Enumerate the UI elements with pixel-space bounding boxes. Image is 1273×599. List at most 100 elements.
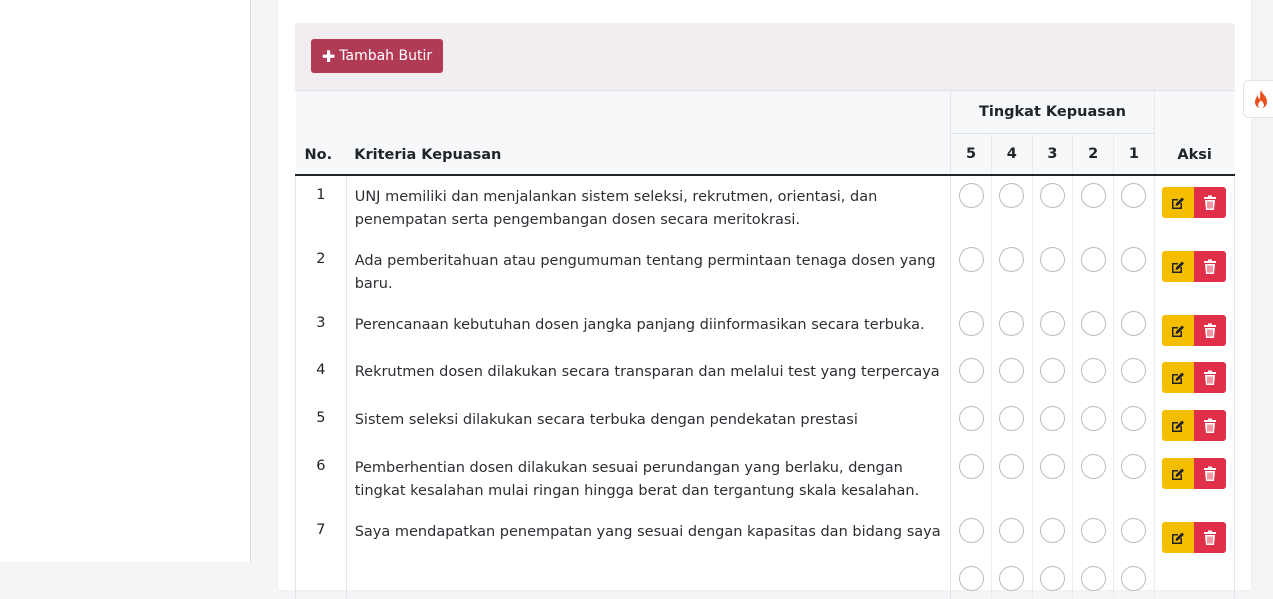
edit-button[interactable] bbox=[1162, 362, 1195, 393]
rating-radio-1[interactable] bbox=[1121, 454, 1147, 479]
rating-radio-4[interactable] bbox=[999, 183, 1025, 208]
rating-radio-1[interactable] bbox=[1121, 183, 1147, 208]
rating-radio-5[interactable] bbox=[958, 406, 984, 431]
edit-icon bbox=[1170, 418, 1186, 434]
criteria-text: Rekrutmen dosen dilakukan secara transpa… bbox=[346, 351, 952, 399]
rating-radio-4[interactable] bbox=[999, 566, 1025, 591]
rating-cell bbox=[1113, 447, 1155, 511]
delete-button[interactable] bbox=[1194, 522, 1227, 553]
rating-radio-5[interactable] bbox=[958, 454, 984, 479]
rating-radio-4[interactable] bbox=[999, 247, 1025, 272]
rating-radio-4[interactable] bbox=[999, 311, 1025, 336]
header-level-1: 1 bbox=[1113, 133, 1155, 176]
add-item-button[interactable]: ✚ Tambah Butir bbox=[311, 39, 443, 73]
rating-radio-1[interactable] bbox=[1121, 406, 1147, 431]
rating-cell bbox=[991, 399, 1033, 447]
rating-cell bbox=[1032, 240, 1074, 304]
delete-button[interactable] bbox=[1194, 315, 1227, 346]
rating-cell bbox=[1072, 175, 1115, 240]
table-toolbar: ✚ Tambah Butir bbox=[295, 23, 1235, 91]
rating-radio-3[interactable] bbox=[1039, 454, 1065, 479]
rating-cell bbox=[950, 559, 992, 599]
rating-cell bbox=[991, 511, 1033, 559]
rating-radio-2[interactable] bbox=[1080, 311, 1106, 336]
delete-button[interactable] bbox=[1194, 251, 1227, 282]
trash-icon bbox=[1203, 530, 1217, 546]
delete-button[interactable] bbox=[1194, 458, 1227, 489]
floating-action-button[interactable] bbox=[1243, 80, 1273, 118]
rating-cell bbox=[1072, 447, 1115, 511]
edit-icon bbox=[1170, 466, 1186, 482]
criteria-text: Pemberhentian dosen dilakukan sesuai per… bbox=[346, 447, 952, 511]
rating-radio-3[interactable] bbox=[1039, 247, 1065, 272]
rating-radio-2[interactable] bbox=[1080, 183, 1106, 208]
delete-button[interactable] bbox=[1194, 410, 1227, 441]
rating-radio-2[interactable] bbox=[1080, 566, 1106, 591]
rating-cell bbox=[950, 175, 992, 240]
rating-cell bbox=[1113, 304, 1155, 351]
edit-button[interactable] bbox=[1162, 522, 1195, 553]
rating-radio-5[interactable] bbox=[958, 311, 984, 336]
edit-icon bbox=[1170, 370, 1186, 386]
rating-radio-4[interactable] bbox=[999, 518, 1025, 543]
rating-radio-2[interactable] bbox=[1080, 406, 1106, 431]
header-level-3: 3 bbox=[1031, 133, 1073, 176]
rating-radio-1[interactable] bbox=[1121, 311, 1147, 336]
rating-cell bbox=[950, 399, 992, 447]
rating-radio-4[interactable] bbox=[999, 454, 1025, 479]
row-number: 3 bbox=[295, 304, 347, 351]
rating-cell bbox=[991, 559, 1033, 599]
edit-button[interactable] bbox=[1162, 251, 1195, 282]
rating-radio-3[interactable] bbox=[1039, 566, 1065, 591]
edit-button[interactable] bbox=[1162, 187, 1195, 218]
rating-cell bbox=[1072, 351, 1115, 399]
rating-cell bbox=[991, 175, 1033, 240]
rating-radio-1[interactable] bbox=[1121, 247, 1147, 272]
rating-radio-5[interactable] bbox=[958, 518, 984, 543]
rating-cell bbox=[1072, 240, 1115, 304]
criteria-text bbox=[346, 559, 952, 599]
row-number: 2 bbox=[295, 240, 347, 304]
action-cell bbox=[1154, 399, 1236, 447]
rating-radio-4[interactable] bbox=[999, 406, 1025, 431]
rating-radio-4[interactable] bbox=[999, 358, 1025, 383]
trash-icon bbox=[1203, 370, 1217, 386]
rating-cell bbox=[991, 304, 1033, 351]
row-number: 1 bbox=[295, 175, 347, 240]
rating-radio-5[interactable] bbox=[958, 247, 984, 272]
table-row: 4 Rekrutmen dosen dilakukan secara transp… bbox=[295, 351, 1236, 399]
rating-radio-5[interactable] bbox=[958, 566, 984, 591]
edit-button[interactable] bbox=[1162, 410, 1195, 441]
add-item-label: Tambah Butir bbox=[339, 48, 433, 64]
rating-cell bbox=[1032, 559, 1074, 599]
edit-button[interactable] bbox=[1162, 458, 1195, 489]
delete-button[interactable] bbox=[1194, 362, 1227, 393]
criteria-text: Perencanaan kebutuhan dosen jangka panja… bbox=[346, 304, 952, 351]
trash-icon bbox=[1203, 323, 1217, 339]
delete-button[interactable] bbox=[1194, 187, 1227, 218]
plus-icon: ✚ bbox=[321, 46, 336, 66]
criteria-text: Saya mendapatkan penempatan yang sesuai … bbox=[346, 511, 952, 559]
rating-cell bbox=[1113, 511, 1155, 559]
rating-radio-1[interactable] bbox=[1121, 518, 1147, 543]
rating-radio-3[interactable] bbox=[1039, 311, 1065, 336]
rating-radio-2[interactable] bbox=[1080, 518, 1106, 543]
edit-button[interactable] bbox=[1162, 315, 1195, 346]
rating-radio-5[interactable] bbox=[958, 358, 984, 383]
rating-radio-2[interactable] bbox=[1080, 454, 1106, 479]
rating-radio-1[interactable] bbox=[1121, 566, 1147, 591]
table-row: 7 Saya mendapatkan penempatan yang sesuai… bbox=[295, 511, 1236, 559]
rating-radio-2[interactable] bbox=[1080, 358, 1106, 383]
rating-radio-3[interactable] bbox=[1039, 183, 1065, 208]
edit-icon bbox=[1170, 323, 1186, 339]
rating-radio-2[interactable] bbox=[1080, 247, 1106, 272]
row-number: 6 bbox=[295, 447, 347, 511]
criteria-text: UNJ memiliki dan menjalankan sistem sele… bbox=[346, 175, 952, 240]
edit-icon bbox=[1170, 259, 1186, 275]
rating-radio-3[interactable] bbox=[1039, 406, 1065, 431]
rating-radio-3[interactable] bbox=[1039, 358, 1065, 383]
rating-radio-5[interactable] bbox=[958, 183, 984, 208]
rating-radio-3[interactable] bbox=[1039, 518, 1065, 543]
rating-cell bbox=[1072, 559, 1115, 599]
rating-radio-1[interactable] bbox=[1121, 358, 1147, 383]
